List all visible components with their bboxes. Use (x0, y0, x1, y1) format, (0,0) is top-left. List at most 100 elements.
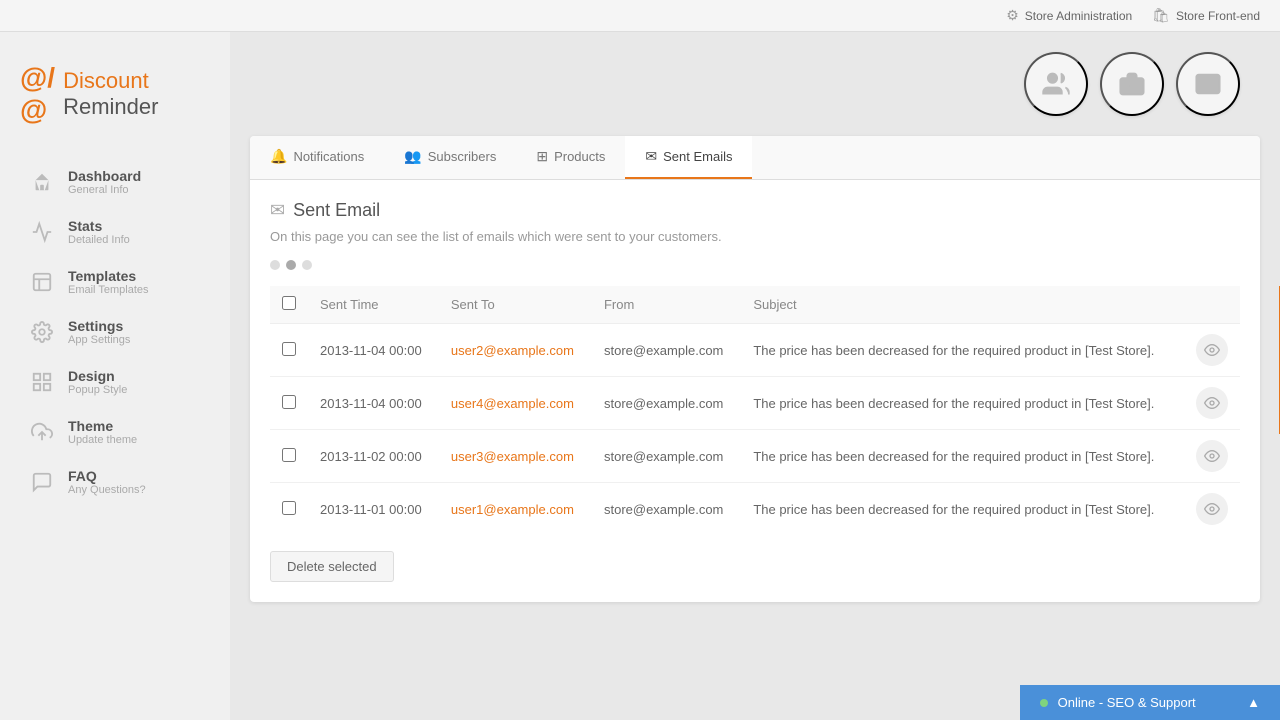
table-row: 2013-11-04 00:00 user2@example.com store… (270, 324, 1240, 377)
view-button-3[interactable] (1196, 493, 1228, 525)
view-button-1[interactable] (1196, 387, 1228, 419)
header-subject: Subject (741, 286, 1184, 324)
tab-subscribers-label: Subscribers (428, 149, 497, 164)
cell-subject-1: The price has been decreased for the req… (741, 377, 1184, 430)
theme-icon (28, 418, 56, 446)
content-area: 🔔 Notifications 👥 Subscribers ⊞ Products… (230, 32, 1280, 720)
faq-sub: Any Questions? (68, 484, 146, 496)
store-frontend-link[interactable]: 🛍 Store Front-end (1152, 7, 1260, 24)
settings-sub: App Settings (68, 334, 130, 346)
sidebar-item-dashboard[interactable]: Dashboard General Info (8, 158, 222, 206)
cell-sent-to-3: user1@example.com (439, 483, 592, 536)
sent-to-email-2[interactable]: user3@example.com (451, 449, 574, 464)
row-checkbox-cell (270, 430, 308, 483)
store-admin-link[interactable]: ⚙ Store Administration (1006, 7, 1132, 24)
chevron-up-icon: ▲ (1247, 695, 1260, 710)
cell-action-3 (1184, 483, 1240, 536)
sent-to-email-1[interactable]: user4@example.com (451, 396, 574, 411)
email-icon-btn[interactable] (1176, 52, 1240, 116)
tab-subscribers[interactable]: 👥 Subscribers (384, 136, 516, 179)
admin-icon: ⚙ (1006, 7, 1019, 24)
sidebar-item-stats[interactable]: Stats Detailed Info (8, 208, 222, 256)
design-icon (28, 368, 56, 396)
logo-area: @/@ Discount Reminder (0, 52, 230, 156)
cell-sent-time-2: 2013-11-02 00:00 (308, 430, 439, 483)
cell-subject-3: The price has been decreased for the req… (741, 483, 1184, 536)
subscribers-tab-icon: 👥 (404, 148, 421, 165)
dashboard-title: Dashboard (68, 168, 141, 184)
sent-emails-tab-icon: ✉ (645, 148, 657, 165)
header-sent-time: Sent Time (308, 286, 439, 324)
row-checkbox-cell (270, 377, 308, 430)
dashboard-sub: General Info (68, 184, 141, 196)
faq-title: FAQ (68, 468, 146, 484)
users-icon-btn[interactable] (1024, 52, 1088, 116)
sidebar-item-settings[interactable]: Settings App Settings (8, 308, 222, 356)
sent-to-email-3[interactable]: user1@example.com (451, 502, 574, 517)
templates-text: Templates Email Templates (68, 268, 149, 296)
cell-action-0 (1184, 324, 1240, 377)
sidebar: @/@ Discount Reminder Dashboard General … (0, 32, 230, 720)
templates-icon (28, 268, 56, 296)
stats-icon (28, 218, 56, 246)
stats-title: Stats (68, 218, 130, 234)
tab-bar: 🔔 Notifications 👥 Subscribers ⊞ Products… (250, 136, 1260, 180)
online-indicator (1040, 699, 1048, 707)
main-panel: 🔔 Notifications 👥 Subscribers ⊞ Products… (250, 136, 1260, 602)
row-checkbox-3[interactable] (282, 501, 296, 515)
select-all-checkbox[interactable] (282, 296, 296, 310)
cell-subject-2: The price has been decreased for the req… (741, 430, 1184, 483)
frontend-icon: 🛍 (1152, 7, 1170, 24)
cell-from-3: store@example.com (592, 483, 741, 536)
cell-action-1 (1184, 377, 1240, 430)
logo-name: Discount Reminder (63, 68, 158, 121)
row-checkbox-0[interactable] (282, 342, 296, 356)
design-title: Design (68, 368, 127, 384)
sidebar-item-templates[interactable]: Templates Email Templates (8, 258, 222, 306)
top-bar: ⚙ Store Administration 🛍 Store Front-end (0, 0, 1280, 32)
panel-body: ✉ Sent Email On this page you can see th… (250, 180, 1260, 602)
sidebar-item-faq[interactable]: FAQ Any Questions? (8, 458, 222, 506)
products-tab-icon: ⊞ (536, 148, 548, 165)
dot-3 (302, 260, 312, 270)
stats-sub: Detailed Info (68, 234, 130, 246)
cell-from-0: store@example.com (592, 324, 741, 377)
online-support-bar[interactable]: Online - SEO & Support ▲ (1020, 685, 1280, 720)
tab-notifications-label: Notifications (293, 149, 364, 164)
header-checkbox-col (270, 286, 308, 324)
sidebar-item-theme[interactable]: Theme Update theme (8, 408, 222, 456)
table-row: 2013-11-01 00:00 user1@example.com store… (270, 483, 1240, 536)
tab-notifications[interactable]: 🔔 Notifications (250, 136, 384, 179)
logo-symbol: @/@ (20, 62, 55, 126)
theme-sub: Update theme (68, 434, 137, 446)
cell-from-1: store@example.com (592, 377, 741, 430)
cell-sent-to-2: user3@example.com (439, 430, 592, 483)
dashboard-text: Dashboard General Info (68, 168, 141, 196)
stats-text: Stats Detailed Info (68, 218, 130, 246)
cell-sent-time-0: 2013-11-04 00:00 (308, 324, 439, 377)
table-row: 2013-11-02 00:00 user3@example.com store… (270, 430, 1240, 483)
online-label: Online - SEO & Support (1040, 695, 1196, 710)
admin-icon-btn[interactable] (1100, 52, 1164, 116)
row-checkbox-1[interactable] (282, 395, 296, 409)
header-icons (250, 52, 1260, 116)
design-text: Design Popup Style (68, 368, 127, 396)
tab-sent-emails[interactable]: ✉ Sent Emails (625, 136, 752, 179)
templates-sub: Email Templates (68, 284, 149, 296)
store-admin-label: Store Administration (1025, 9, 1132, 23)
tab-sent-emails-label: Sent Emails (663, 149, 732, 164)
theme-title: Theme (68, 418, 137, 434)
cell-sent-to-0: user2@example.com (439, 324, 592, 377)
tab-products[interactable]: ⊞ Products (516, 136, 625, 179)
faq-text: FAQ Any Questions? (68, 468, 146, 496)
sidebar-item-design[interactable]: Design Popup Style (8, 358, 222, 406)
delete-selected-button[interactable]: Delete selected (270, 551, 394, 582)
header-sent-to: Sent To (439, 286, 592, 324)
cell-sent-to-1: user4@example.com (439, 377, 592, 430)
store-frontend-label: Store Front-end (1176, 9, 1260, 23)
dot-2 (286, 260, 296, 270)
sent-to-email-0[interactable]: user2@example.com (451, 343, 574, 358)
view-button-0[interactable] (1196, 334, 1228, 366)
row-checkbox-2[interactable] (282, 448, 296, 462)
view-button-2[interactable] (1196, 440, 1228, 472)
